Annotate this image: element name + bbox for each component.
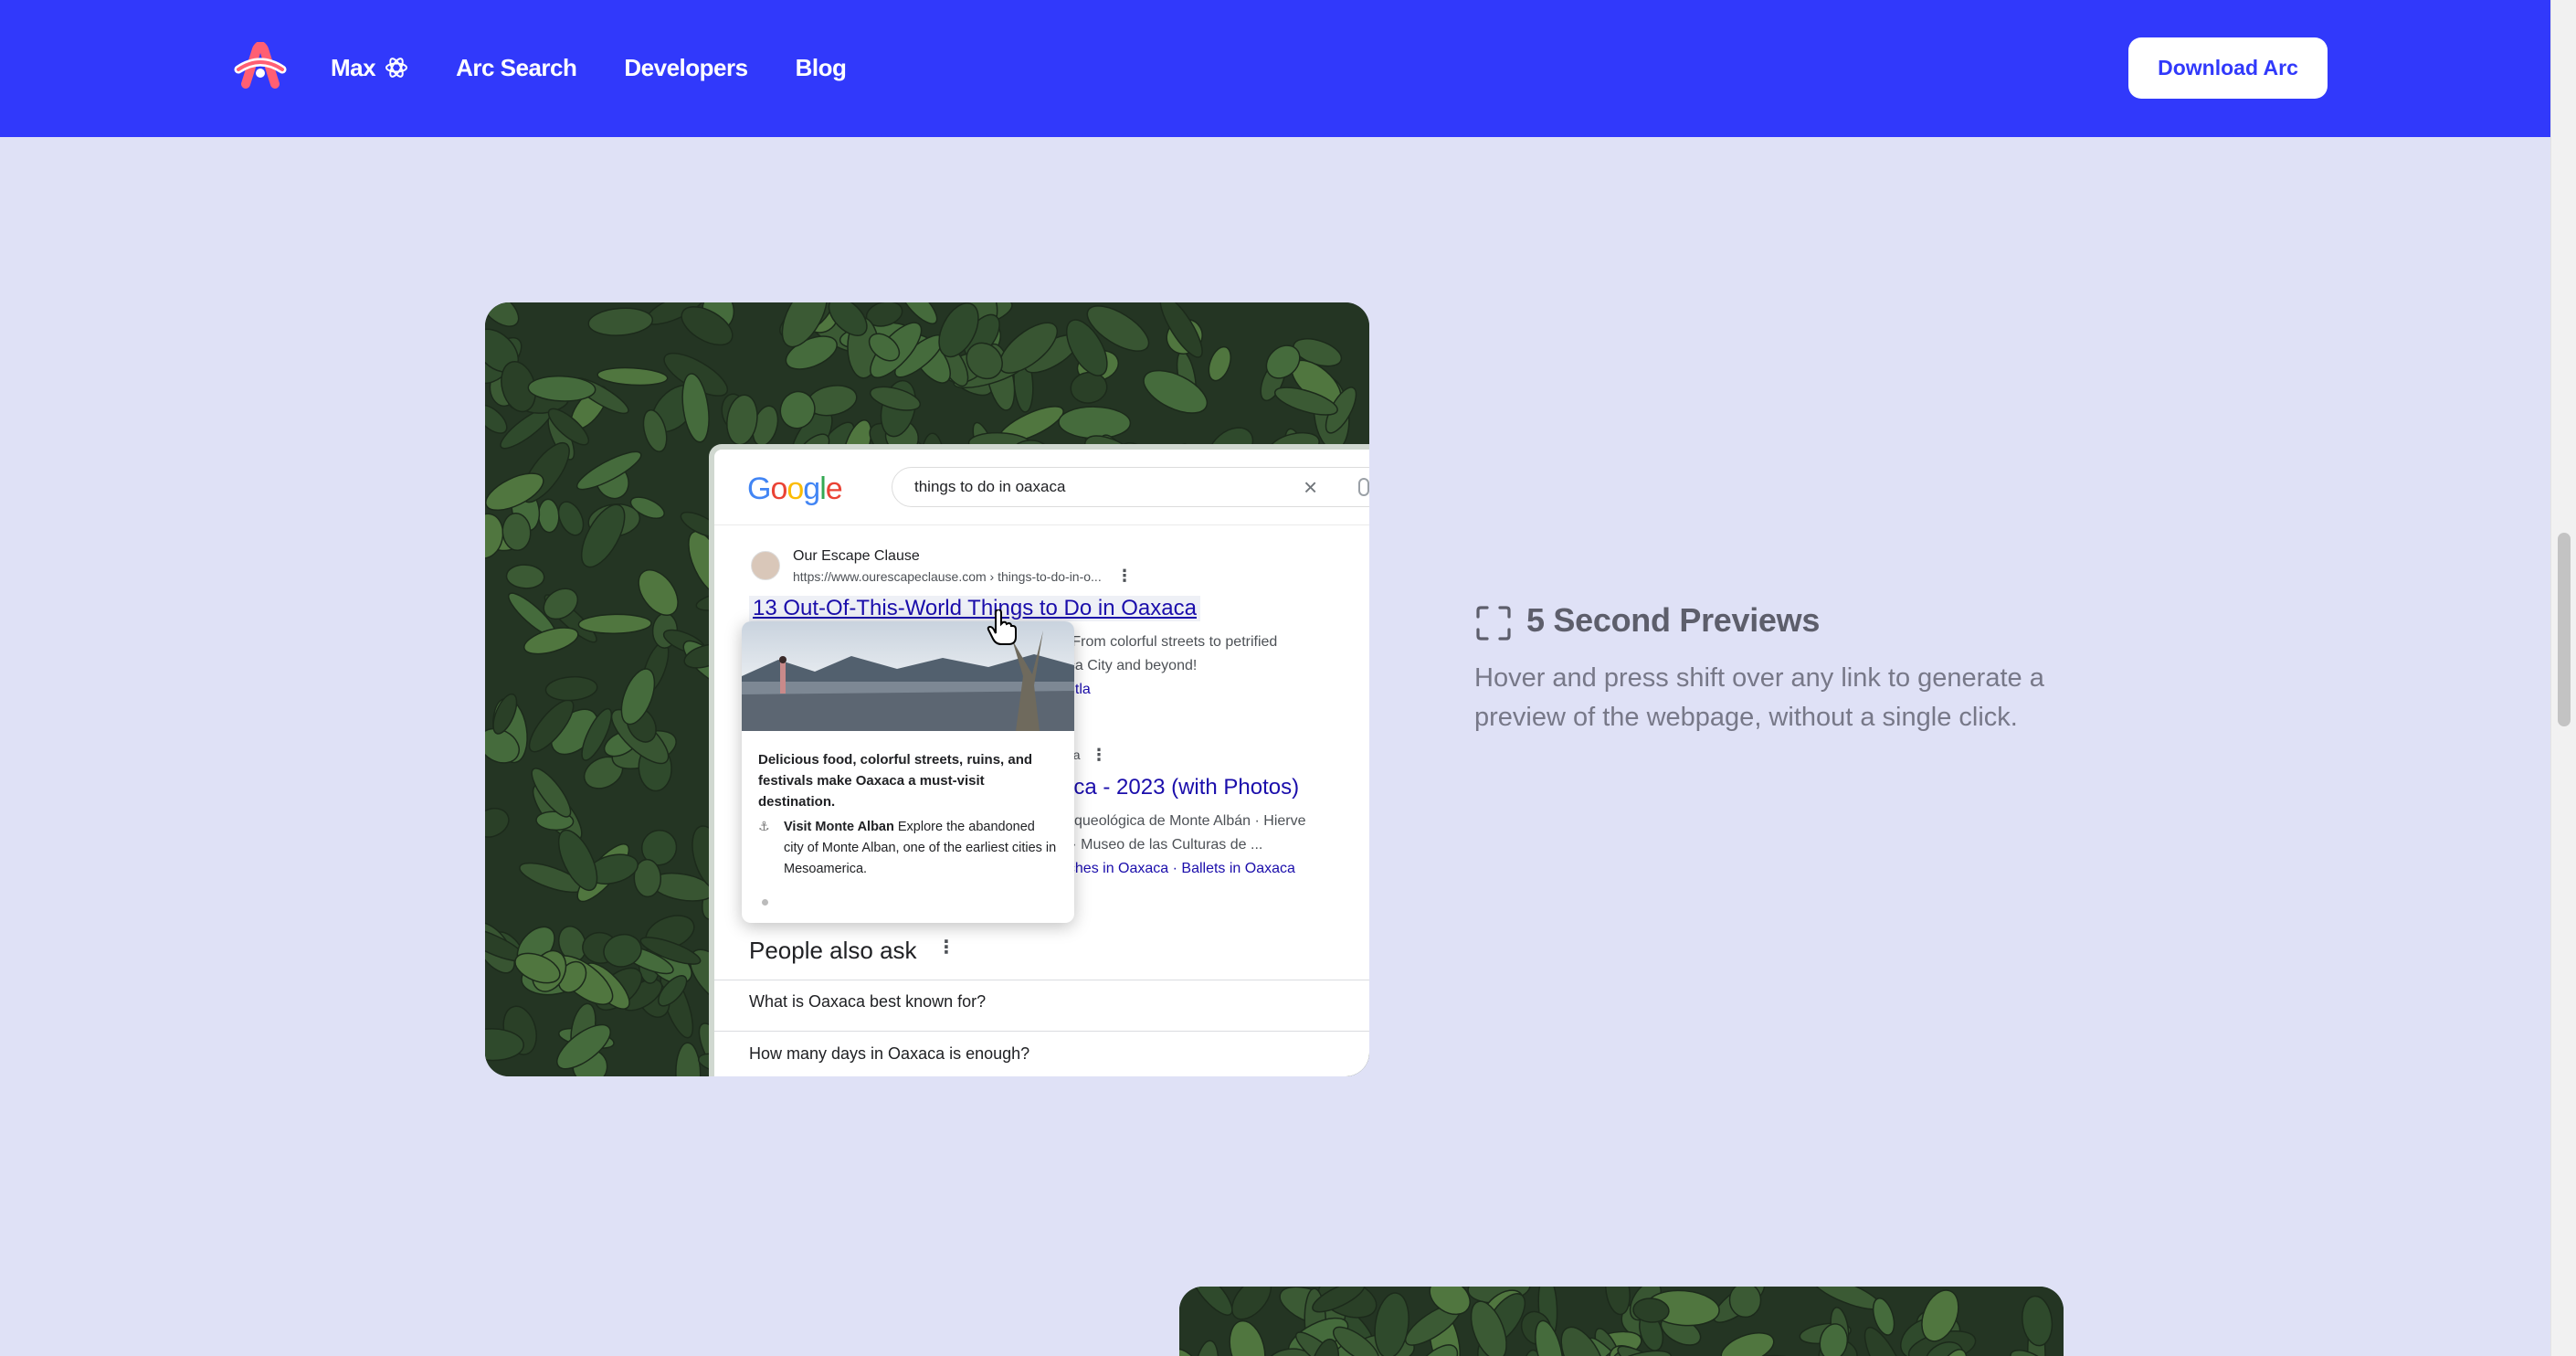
feature-description: Hover and press shift over any link to g… [1474,663,2044,732]
google-logo: Google [747,471,843,507]
site-header: Max Arc Search Developers Blog Download … [0,0,2550,137]
nav-blog[interactable]: Blog [796,54,847,82]
result-title: 13 Out-Of-This-World Things to Do in Oax… [749,596,1200,621]
download-arc-button[interactable]: Download Arc [2128,37,2328,99]
paa-question: How many days in Oaxaca is enough? [749,1044,1030,1063]
browser-mockup: Google things to do in oaxaca × Our Esca… [709,444,1369,1076]
people-also-ask-title: People also ask [749,937,917,964]
leaf-shape [1058,406,1132,440]
result-site: Our Escape Clause [793,548,920,564]
leaf-shape [1728,1287,1762,1319]
site-favicon [751,551,780,580]
more-vertical-icon: ⋮ [1116,567,1133,585]
header-wave-edge [0,128,2550,137]
nav-developers[interactable]: Developers [624,54,748,82]
anchor-icon: ⚓ [758,819,770,833]
more-vertical-icon: ⋮ [1091,746,1107,764]
result-sitelink: aches in Oaxaca · Ballets in Oaxaca [1060,861,1295,876]
result-snippet: a · Museo de las Culturas de ... [1060,837,1263,853]
search-query: things to do in oaxaca [914,478,1066,495]
leaf-background [1179,1287,2064,1356]
google-letter: G [747,471,771,506]
arc-logo[interactable] [233,42,288,90]
atom-icon [385,58,408,78]
page-scrollbar[interactable] [2550,0,2576,1356]
google-letter: o [770,471,787,506]
close-icon: × [1304,473,1318,501]
preview-item-title: Visit Monte Alban [784,820,894,834]
result-url: https://www.ourescapeclause.com › things… [793,569,1102,584]
google-letter: g [803,471,820,506]
hand-pointer-icon [987,609,1017,645]
link-preview-card: Delicious food, colorful streets, ruins,… [742,621,1074,923]
result-snippet: ? From colorful streets to petrified [1060,634,1278,650]
next-feature-image [1179,1287,2064,1356]
paa-question: What is Oaxaca best known for? [749,992,987,1011]
divider [714,524,1369,525]
google-search-box: things to do in oaxaca × [892,467,1369,507]
nav-max[interactable]: Max [331,54,408,82]
feature-title: 5 Second Previews [1526,601,1821,639]
google-letter: e [825,471,843,506]
result-snippet: aca City and beyond! [1060,658,1198,673]
scrollbar-thumb[interactable] [2558,533,2571,726]
preview-item: Visit Monte Alban Explore the abandoned … [784,817,1058,880]
bullet-dot [762,899,768,906]
nav-label: Max [331,53,376,81]
preview-photo [742,621,1074,731]
feature-preview-image: Google things to do in oaxaca × Our Esca… [485,302,1369,1076]
expand-corners-icon [1476,606,1511,641]
preview-headline: Delicious food, colorful streets, ruins,… [758,752,1033,810]
more-vertical-icon: ⋮ [937,938,955,958]
mic-icon [1358,478,1369,496]
divider [714,1031,1369,1032]
nav-arc-search[interactable]: Arc Search [456,54,577,82]
google-letter: o [787,471,804,506]
main-nav: Max Arc Search Developers Blog [331,49,893,86]
result-title: aca - 2023 (with Photos) [1061,775,1300,800]
result-snippet: Arqueológica de Monte Albán · Hierve [1060,813,1306,829]
